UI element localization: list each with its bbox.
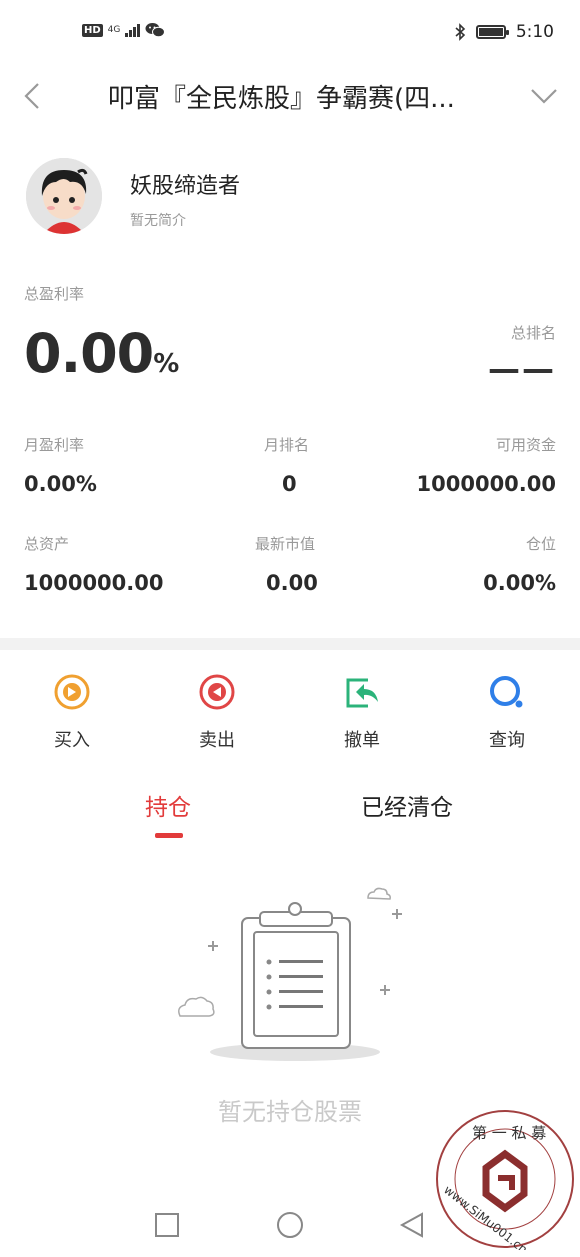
clock: 5:10 (515, 22, 554, 42)
wechat-icon (145, 23, 166, 38)
buy-button[interactable]: 买入 (22, 672, 122, 752)
query-button[interactable]: 查询 (457, 672, 557, 752)
total-return-unit: % (153, 349, 179, 379)
watermark-top-text: 第 一 私 募 (472, 1124, 546, 1142)
total-assets-label: 总资产 (24, 535, 70, 553)
avatar[interactable] (26, 158, 102, 234)
sell-button[interactable]: 卖出 (167, 672, 267, 752)
status-left: HD 4G (82, 22, 166, 38)
sell-label: 卖出 (199, 730, 235, 751)
market-value-value: 0.00 (266, 571, 318, 595)
recent-apps-icon[interactable] (150, 1208, 184, 1242)
available-funds-label: 可用资金 (495, 436, 556, 454)
page-title: 叩富『全民炼股』争霸赛(四... (108, 84, 455, 114)
back-icon[interactable] (16, 78, 52, 114)
signal-icon (125, 23, 141, 37)
total-rank-value: —— (488, 350, 556, 388)
query-label: 查询 (489, 730, 525, 751)
buy-label: 买入 (54, 730, 90, 751)
watermark-seal: 第 一 私 募 www.SiMu001.cn (436, 1110, 574, 1250)
position-label: 仓位 (525, 535, 556, 553)
cancel-order-button[interactable]: 撤单 (312, 672, 412, 752)
cancel-order-icon (346, 678, 378, 708)
total-return-value: 0.00% (24, 322, 179, 385)
bluetooth-icon (455, 23, 465, 41)
cancel-order-label: 撤单 (344, 730, 380, 751)
monthly-rank-value: 0 (282, 472, 297, 496)
total-assets-value: 1000000.00 (24, 571, 164, 595)
buy-icon (54, 674, 90, 710)
network-type: 4G (107, 24, 121, 35)
chevron-down-icon[interactable] (526, 80, 562, 112)
tab-cleared[interactable]: 已经清仓 (361, 788, 453, 822)
position-value: 0.00% (483, 571, 556, 595)
username: 妖股缔造者 (130, 174, 241, 199)
market-value-label: 最新市值 (255, 535, 316, 553)
status-right: 5:10 (454, 22, 554, 42)
title-bar: 叩富『全民炼股』争霸赛(四... (0, 66, 580, 128)
battery-icon (475, 25, 509, 39)
screen: HD 4G 5:10 叩富『全民炼股』争霸赛(四... 妖股缔造者 暂无简介 总… (0, 0, 580, 1257)
section-divider (0, 638, 580, 650)
sell-icon (199, 674, 235, 710)
tab-holdings[interactable]: 持仓 (145, 788, 191, 822)
status-bar: HD 4G 5:10 (0, 0, 580, 66)
profile-bio: 暂无简介 (130, 213, 186, 229)
available-funds-value: 1000000.00 (416, 472, 556, 496)
total-rank-label: 总排名 (510, 324, 556, 342)
nav-back-icon[interactable] (396, 1208, 430, 1242)
home-icon[interactable] (273, 1208, 307, 1242)
tab-indicator (155, 833, 183, 838)
monthly-return-value: 0.00% (24, 472, 97, 496)
query-icon (490, 676, 523, 708)
total-return-label: 总盈利率 (24, 285, 85, 303)
hd-badge: HD (82, 23, 103, 37)
monthly-rank-label: 月排名 (264, 436, 310, 454)
monthly-return-label: 月盈利率 (24, 436, 85, 454)
empty-clipboard-icon (178, 887, 402, 1061)
